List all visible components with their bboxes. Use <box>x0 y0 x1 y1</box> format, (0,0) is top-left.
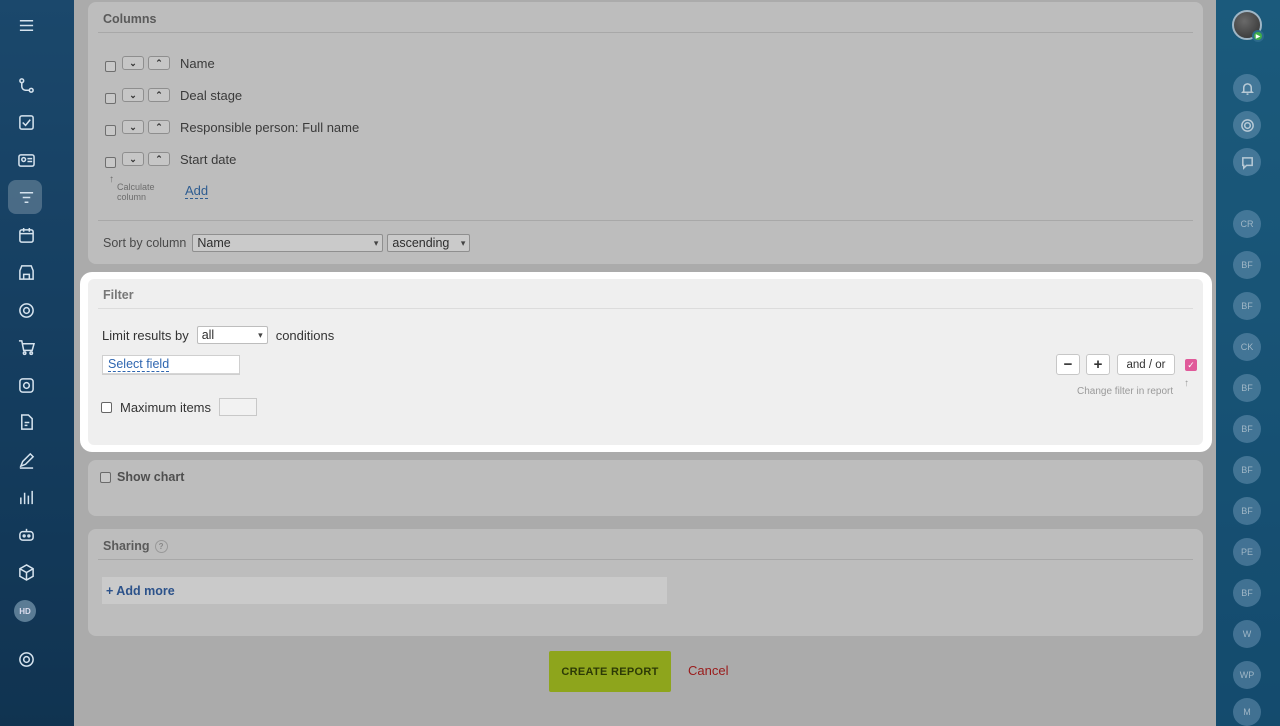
spiral-icon[interactable] <box>1233 111 1261 139</box>
sharing-title: Sharing? <box>103 539 168 554</box>
change-filter-label: Change filter in report <box>1077 386 1174 397</box>
max-items-label: Maximum items <box>120 399 212 415</box>
target-icon[interactable] <box>17 301 35 319</box>
chevron-down-icon: ▾ <box>460 237 466 248</box>
column-label: Name <box>180 55 215 71</box>
add-more-button[interactable]: + Add more <box>102 577 667 604</box>
max-items-input[interactable] <box>219 398 258 416</box>
cart-icon[interactable] <box>17 338 35 356</box>
pen-icon[interactable] <box>17 451 35 469</box>
left-sidebar: HD <box>0 0 74 726</box>
show-chart-row[interactable]: Show chart <box>100 470 184 484</box>
create-report-button[interactable]: CREATE REPORT <box>549 651 671 692</box>
add-column-link[interactable]: Add <box>185 183 209 199</box>
add-condition-button[interactable]: + <box>1086 354 1110 375</box>
remove-condition-button[interactable]: − <box>1056 354 1080 375</box>
menu-icon[interactable] <box>17 16 35 34</box>
right-sidebar: ▶ CR BF BF CK BF BF BF BF PE BF W WP M <box>1216 0 1280 726</box>
store-icon[interactable] <box>17 263 35 281</box>
task-check-icon[interactable] <box>17 113 35 131</box>
contact-avatar[interactable]: BF <box>1233 579 1261 607</box>
contact-avatar[interactable]: W <box>1233 620 1261 648</box>
contact-avatar[interactable]: BF <box>1233 251 1261 279</box>
and-or-button[interactable]: and / or <box>1117 354 1175 375</box>
play-icon: ▶ <box>1252 30 1264 42</box>
sort-field-select[interactable]: Name ▾ <box>192 234 384 252</box>
move-up-button[interactable]: ⌃ <box>148 152 170 166</box>
filter-panel: Filter Limit results by all ▾ conditions … <box>88 279 1203 445</box>
robot-icon[interactable] <box>17 525 35 543</box>
move-up-button[interactable]: ⌃ <box>148 56 170 70</box>
column-row: ⌄ ⌃ Deal stage <box>105 84 242 106</box>
show-chart-checkbox[interactable] <box>100 471 111 483</box>
change-filter-checkbox[interactable]: ✓ <box>1185 359 1197 371</box>
bar-chart-icon[interactable] <box>17 488 35 506</box>
settings-icon[interactable] <box>17 650 35 668</box>
hd-badge[interactable]: HD <box>14 600 36 622</box>
column-checkbox[interactable] <box>105 60 116 72</box>
calendar-icon[interactable] <box>17 226 35 244</box>
cancel-link[interactable]: Cancel <box>688 663 728 678</box>
move-down-button[interactable]: ⌄ <box>122 152 144 166</box>
calculate-column-label: Calculate column <box>117 182 155 202</box>
contact-avatar[interactable]: BF <box>1233 292 1261 320</box>
move-down-button[interactable]: ⌄ <box>122 88 144 102</box>
contact-card-icon[interactable] <box>17 151 35 169</box>
calc-arrow-icon: ↑ <box>109 174 114 185</box>
chart-panel: Show chart <box>88 460 1203 516</box>
box-icon[interactable] <box>17 376 35 394</box>
select-field-input[interactable]: Select field <box>102 355 240 375</box>
change-filter-arrow-icon: ↑ <box>1184 378 1189 389</box>
flow-icon[interactable] <box>17 76 35 94</box>
filter-icon[interactable] <box>17 188 35 206</box>
max-items-row: Maximum items <box>101 398 258 416</box>
column-row: ⌄ ⌃ Responsible person: Full name <box>105 116 359 138</box>
limit-select[interactable]: all ▾ <box>196 326 268 344</box>
columns-title: Columns <box>103 12 157 26</box>
max-items-checkbox[interactable] <box>101 401 112 413</box>
contact-avatar[interactable]: BF <box>1233 415 1261 443</box>
contact-avatar[interactable]: BF <box>1233 374 1261 402</box>
column-checkbox[interactable] <box>105 156 116 168</box>
limit-row: Limit results by all ▾ conditions <box>102 326 334 344</box>
chevron-down-icon: ▾ <box>373 237 379 248</box>
conditions-label: conditions <box>275 327 335 343</box>
limit-label: Limit results by <box>102 327 189 343</box>
bell-icon[interactable] <box>1233 74 1261 102</box>
sort-row: Sort by column Name ▾ ascending ▾ <box>103 234 471 252</box>
contact-avatar[interactable]: M <box>1233 698 1261 726</box>
column-label: Deal stage <box>180 87 243 103</box>
move-down-button[interactable]: ⌄ <box>122 56 144 70</box>
package-icon[interactable] <box>17 563 35 581</box>
sort-order-select[interactable]: ascending ▾ <box>387 234 471 252</box>
column-row: ⌄ ⌃ Start date <box>105 148 236 170</box>
document-edit-icon[interactable] <box>17 413 35 431</box>
chat-icon[interactable] <box>1233 148 1261 176</box>
contact-avatar[interactable]: BF <box>1233 456 1261 484</box>
chevron-down-icon: ▾ <box>258 329 263 340</box>
sort-label: Sort by column <box>103 236 187 250</box>
help-icon[interactable]: ? <box>154 540 168 554</box>
contact-avatar[interactable]: CR <box>1233 210 1261 238</box>
move-up-button[interactable]: ⌃ <box>148 120 170 134</box>
contact-avatar[interactable]: CK <box>1233 333 1261 361</box>
move-down-button[interactable]: ⌄ <box>122 120 144 134</box>
user-avatar[interactable]: ▶ <box>1232 10 1264 42</box>
contact-avatar[interactable]: WP <box>1233 661 1261 689</box>
contact-avatar[interactable]: PE <box>1233 538 1261 566</box>
move-up-button[interactable]: ⌃ <box>148 88 170 102</box>
column-checkbox[interactable] <box>105 92 116 104</box>
show-chart-label: Show chart <box>117 470 185 484</box>
column-checkbox[interactable] <box>105 124 116 136</box>
column-label: Start date <box>180 151 237 167</box>
column-row: ⌄ ⌃ Name <box>105 52 215 74</box>
sharing-panel: Sharing? + Add more <box>88 529 1203 636</box>
columns-panel: Columns ⌄ ⌃ Name ⌄ ⌃ Deal stage ⌄ ⌃ Resp… <box>88 2 1203 264</box>
contact-avatar[interactable]: BF <box>1233 497 1261 525</box>
filter-title: Filter <box>103 288 134 302</box>
column-label: Responsible person: Full name <box>180 119 360 135</box>
